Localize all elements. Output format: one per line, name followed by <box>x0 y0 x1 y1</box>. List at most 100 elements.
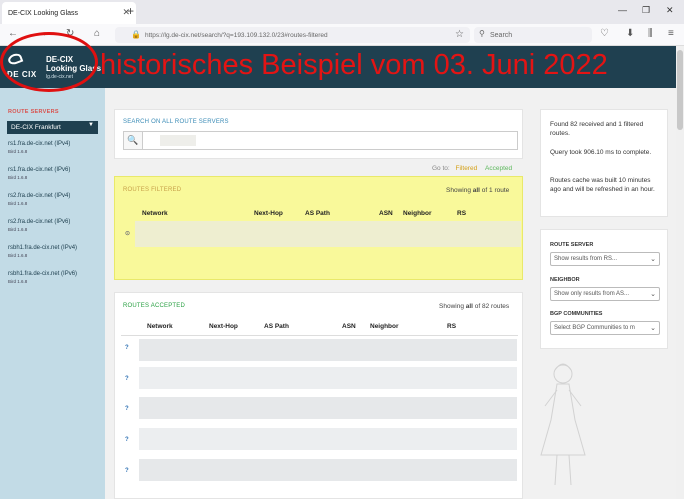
ixp-select-value: DE-CIX Frankfurt <box>11 124 61 131</box>
routes-filtered-card: ROUTES FILTERED Showing all of 1 route N… <box>114 176 523 280</box>
col-network[interactable]: Network <box>147 323 173 330</box>
search-input[interactable]: 🔍 <box>123 131 518 150</box>
url-bar[interactable]: 🔒 https://lg.de-cix.net/search/?q=193.10… <box>115 27 470 43</box>
col-as-path[interactable]: AS Path <box>264 323 289 330</box>
goto-links: Go to: Filtered Accepted <box>432 165 512 172</box>
col-rs[interactable]: RS <box>457 210 466 217</box>
browser-search-placeholder: Search <box>490 31 513 39</box>
table-row[interactable] <box>135 221 521 247</box>
table-row[interactable] <box>139 397 517 419</box>
search-label: SEARCH ON ALL ROUTE SERVERS <box>123 119 229 125</box>
bookmark-star-icon[interactable]: ☆ <box>455 29 464 40</box>
alice-illustration <box>540 363 586 486</box>
extensions-icon[interactable]: ⬇ <box>626 28 634 39</box>
col-asn[interactable]: ASN <box>379 210 393 217</box>
goto-accepted-link[interactable]: Accepted <box>485 165 512 172</box>
close-window-button[interactable]: ✕ <box>666 5 674 16</box>
pocket-icon[interactable]: ♡ <box>600 28 609 39</box>
sidebar-item-rs[interactable]: rs1.fra.de-cix.net (IPv4) Bird 1.6.8 <box>8 141 70 154</box>
table-divider <box>121 335 518 336</box>
route-info-icon[interactable]: ? <box>125 468 129 474</box>
route-info-icon[interactable]: ? <box>125 406 129 412</box>
table-row[interactable] <box>139 459 517 481</box>
sidebar-item-rs[interactable]: rsbh1.fra.de-cix.net (IPv4) Bird 1.6.8 <box>8 245 77 258</box>
rs-label: rsbh1.fra.de-cix.net (IPv4) <box>8 245 78 251</box>
col-neighbor[interactable]: Neighbor <box>370 323 399 330</box>
col-next-hop[interactable]: Next-Hop <box>209 323 238 330</box>
sidebar-item-rs[interactable]: rsbh1.fra.de-cix.net (IPv6) Bird 1.6.8 <box>8 271 77 284</box>
rs-label: rs2.fra.de-cix.net (IPv4) <box>8 193 71 199</box>
community-filter-label: BGP COMMUNITIES <box>550 311 603 317</box>
route-info-icon[interactable]: ? <box>125 376 129 382</box>
menu-icon[interactable]: ≡ <box>668 28 674 39</box>
goto-filtered-link[interactable]: Filtered <box>456 165 478 172</box>
sidebar-item-rs[interactable]: rs1.fra.de-cix.net (IPv6) Bird 1.6.8 <box>8 167 70 180</box>
rs-status: Bird 1.6.8 <box>8 253 28 258</box>
library-icon[interactable]: ⫼ <box>648 28 653 39</box>
red-highlight-circle <box>0 32 98 92</box>
col-asn[interactable]: ASN <box>342 323 356 330</box>
url-text: https://lg.de-cix.net/search/?q=193.109.… <box>145 31 328 39</box>
scrollbar-thumb[interactable] <box>677 50 683 130</box>
sidebar-item-rs[interactable]: rs2.fra.de-cix.net (IPv6) Bird 1.6.8 <box>8 219 70 232</box>
home-icon[interactable]: ⌂ <box>94 28 100 39</box>
col-neighbor[interactable]: Neighbor <box>403 210 432 217</box>
route-info-icon[interactable]: ? <box>125 345 129 351</box>
sidebar-item-rs[interactable]: rs2.fra.de-cix.net (IPv4) Bird 1.6.8 <box>8 193 70 206</box>
rs-label: rs1.fra.de-cix.net (IPv4) <box>8 141 71 147</box>
search-icon: 🔍 <box>124 132 143 149</box>
col-network[interactable]: Network <box>142 210 168 217</box>
table-row[interactable] <box>139 339 517 361</box>
browser-search-input[interactable]: ⚲ Search <box>474 27 592 43</box>
chevron-down-icon: ⌄ <box>650 291 656 298</box>
route-info-icon[interactable]: ⊙ <box>125 230 130 237</box>
query-time-text: Query took 906.10 ms to complete. <box>550 149 652 156</box>
navigation-bar: ← → ↻ ⌂ 🔒 https://lg.de-cix.net/search/?… <box>0 24 684 46</box>
ixp-select[interactable]: DE-CIX Frankfurt ▼ <box>7 121 98 134</box>
rs-label: rs1.fra.de-cix.net (IPv6) <box>8 167 71 173</box>
goto-prefix: Go to: <box>432 165 450 172</box>
routes-accepted-card: ROUTES ACCEPTED Showing all of 82 routes… <box>114 292 523 499</box>
routes-filtered-label: ROUTES FILTERED <box>123 187 182 193</box>
rs-status: Bird 1.6.8 <box>8 201 28 206</box>
col-next-hop[interactable]: Next-Hop <box>254 210 283 217</box>
routes-accepted-label: ROUTES ACCEPTED <box>123 303 186 309</box>
maximize-button[interactable]: ❐ <box>642 5 650 16</box>
minimize-button[interactable]: — <box>618 5 627 15</box>
tab-bar: DE-CIX Looking Glass ✕ + — ❐ ✕ <box>0 0 684 24</box>
redacted-query <box>160 135 196 146</box>
lock-icon: 🔒 <box>131 30 141 39</box>
back-icon[interactable]: ← <box>8 28 18 39</box>
rs-label: rsbh1.fra.de-cix.net (IPv6) <box>8 271 78 277</box>
col-rs[interactable]: RS <box>447 323 456 330</box>
chevron-down-icon: ⌄ <box>650 256 656 263</box>
route-info-icon[interactable]: ? <box>125 437 129 443</box>
route-server-filter-label: ROUTE SERVER <box>550 242 594 248</box>
new-tab-button[interactable]: + <box>127 4 134 18</box>
found-text: Found 82 received and 1 filtered routes. <box>550 121 644 137</box>
cache-text: Routes cache was built 10 minutes ago an… <box>550 177 655 193</box>
neighbor-filter-label: NEIGHBOR <box>550 277 580 283</box>
table-row[interactable] <box>139 367 517 389</box>
community-filter-select[interactable]: Select BGP Communities to m ⌄ <box>550 321 660 335</box>
results-info-card: Found 82 received and 1 filtered routes.… <box>540 109 668 217</box>
page-scrollbar[interactable] <box>676 46 684 499</box>
filtered-showing-text: Showing all of 1 route <box>446 187 510 194</box>
route-servers-heading: ROUTE SERVERS <box>8 109 59 115</box>
browser-tab[interactable]: DE-CIX Looking Glass ✕ <box>2 2 136 24</box>
historic-example-banner: historisches Beispiel vom 03. Juni 2022 <box>100 49 608 81</box>
search-card: SEARCH ON ALL ROUTE SERVERS 🔍 <box>114 109 523 159</box>
filters-card: ROUTE SERVER Show results from RS... ⌄ NE… <box>540 229 668 349</box>
col-as-path[interactable]: AS Path <box>305 210 330 217</box>
table-row[interactable] <box>139 428 517 450</box>
route-server-filter-select[interactable]: Show results from RS... ⌄ <box>550 252 660 266</box>
chevron-down-icon: ▼ <box>88 122 94 128</box>
accepted-showing-text: Showing all of 82 routes <box>439 303 510 310</box>
neighbor-filter-select[interactable]: Show only results from AS... ⌄ <box>550 287 660 301</box>
search-icon: ⚲ <box>479 29 485 38</box>
rs-status: Bird 1.6.8 <box>8 227 28 232</box>
tab-title: DE-CIX Looking Glass <box>8 9 79 17</box>
sidebar: DE CIX DE-CIX Looking Glass lg.de-cix.ne… <box>0 46 105 499</box>
rs-label: rs2.fra.de-cix.net (IPv6) <box>8 219 71 225</box>
chevron-down-icon: ⌄ <box>650 325 656 332</box>
